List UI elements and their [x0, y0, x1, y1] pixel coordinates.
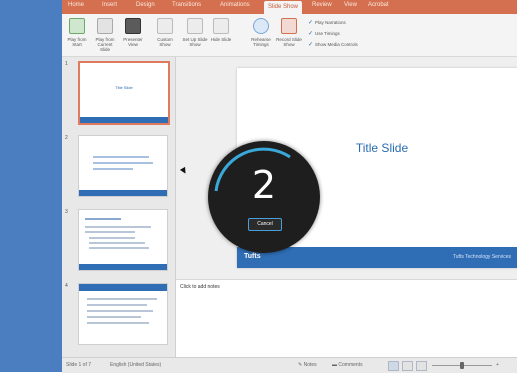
thumbnail-text-line	[85, 231, 135, 233]
thumbnail-text-line	[89, 237, 135, 239]
thumbnail-text-line	[87, 322, 149, 324]
thumbnail-text-line	[93, 168, 133, 170]
play-from-start-icon	[69, 18, 85, 34]
tab-review[interactable]: Review	[312, 2, 332, 8]
thumbnail-footer	[79, 264, 167, 270]
thumbnail-number: 2	[65, 135, 68, 141]
tab-design[interactable]: Design	[136, 2, 155, 8]
slide-thumbnail-2[interactable]	[78, 135, 168, 197]
thumbnail-text-line	[85, 218, 121, 220]
rehearse-timings-button[interactable]: Rehearse Timings	[248, 18, 274, 47]
slide-thumbnail-1[interactable]: Title Slide	[78, 61, 170, 125]
thumbnail-text-line	[87, 298, 157, 300]
record-slideshow-button[interactable]: Record Slide Show	[276, 18, 302, 47]
tab-transitions[interactable]: Transitions	[172, 2, 201, 8]
normal-view-button[interactable]	[388, 361, 399, 371]
countdown-number: 2	[251, 163, 277, 207]
thumbnail-footer	[80, 117, 168, 123]
notes-pane[interactable]: Click to add notes	[176, 279, 517, 358]
brand-logo-text: Tufts	[244, 253, 261, 260]
company-name: Tufts Technology Services	[452, 254, 511, 260]
presenter-view-icon	[125, 18, 141, 34]
thumbnail-footer	[79, 190, 167, 196]
play-from-current-icon	[97, 18, 113, 34]
setup-slideshow-icon	[187, 18, 203, 34]
zoom-slider-handle[interactable]	[460, 362, 464, 369]
cancel-button[interactable]: Cancel	[248, 218, 282, 231]
play-narrations-checkbox[interactable]: ✓ Play Narrations	[308, 20, 346, 26]
thumbnail-text-line	[85, 226, 151, 228]
zoom-in-icon[interactable]: +	[496, 362, 499, 368]
notes-placeholder: Click to add notes	[180, 284, 220, 290]
custom-show-icon	[157, 18, 173, 34]
tab-animations[interactable]: Animations	[220, 2, 250, 8]
ribbon: Play from Start Play from Current Slide …	[62, 14, 517, 57]
thumbnail-text-line	[93, 162, 153, 164]
hide-slide-icon	[213, 18, 229, 34]
custom-show-button[interactable]: Custom Show	[152, 18, 178, 47]
tab-home[interactable]: Home	[68, 2, 84, 8]
check-icon: ✓	[308, 42, 314, 48]
slide-thumbnail-4[interactable]	[78, 283, 168, 345]
thumbnail-text-line	[87, 310, 153, 312]
reading-view-button[interactable]	[416, 361, 427, 371]
thumbnail-text-line	[87, 304, 147, 306]
setup-slideshow-button[interactable]: Set Up Slide Show	[182, 18, 208, 47]
rehearse-timings-icon	[253, 18, 269, 34]
thumbnail-text-line	[93, 156, 149, 158]
tab-view[interactable]: View	[344, 2, 357, 8]
language-indicator[interactable]: English (United States)	[110, 362, 161, 368]
tab-slide-show[interactable]: Slide Show	[264, 1, 303, 14]
slide-thumbnail-3[interactable]	[78, 209, 168, 271]
thumbnail-number: 3	[65, 209, 68, 215]
check-icon: ✓	[308, 31, 314, 37]
thumbnail-text-line	[89, 247, 149, 249]
hide-slide-button[interactable]: Hide Slide	[208, 18, 234, 42]
slide-count: Slide 1 of 7	[66, 362, 92, 368]
thumbnail-number: 1	[65, 61, 68, 67]
status-bar: Slide 1 of 7 English (United States) ✎ N…	[62, 357, 517, 373]
thumbnail-number: 4	[65, 283, 68, 289]
desktop-background	[0, 0, 62, 383]
thumbnail-title: Title Slide	[115, 85, 133, 90]
slide-thumbnail-pane[interactable]: 1 Title Slide 2 3 4	[62, 57, 176, 357]
thumbnail-text-line	[87, 316, 141, 318]
slideshow-countdown: 2 Cancel	[208, 141, 320, 253]
check-icon: ✓	[308, 20, 314, 26]
tab-acrobat[interactable]: Acrobat	[368, 2, 389, 8]
record-slideshow-icon	[281, 18, 297, 34]
tab-insert[interactable]: Insert	[102, 2, 117, 8]
desktop-bottom	[0, 372, 517, 383]
comments-toggle[interactable]: ▬ Comments	[332, 362, 363, 368]
play-from-start-button[interactable]: Play from Start	[64, 18, 90, 47]
thumbnail-text-line	[89, 242, 145, 244]
presenter-view-button[interactable]: Presenter View	[120, 18, 146, 47]
slide-sorter-button[interactable]	[402, 361, 413, 371]
thumbnail-header	[79, 284, 167, 291]
notes-toggle[interactable]: ✎ Notes	[298, 362, 317, 368]
use-timings-checkbox[interactable]: ✓ Use Timings	[308, 31, 340, 37]
ribbon-tab-bar: Home Insert Design Transitions Animation…	[62, 0, 517, 14]
play-from-current-slide-button[interactable]: Play from Current Slide	[92, 18, 118, 52]
show-media-controls-checkbox[interactable]: ✓ Show Media Controls	[308, 42, 358, 48]
